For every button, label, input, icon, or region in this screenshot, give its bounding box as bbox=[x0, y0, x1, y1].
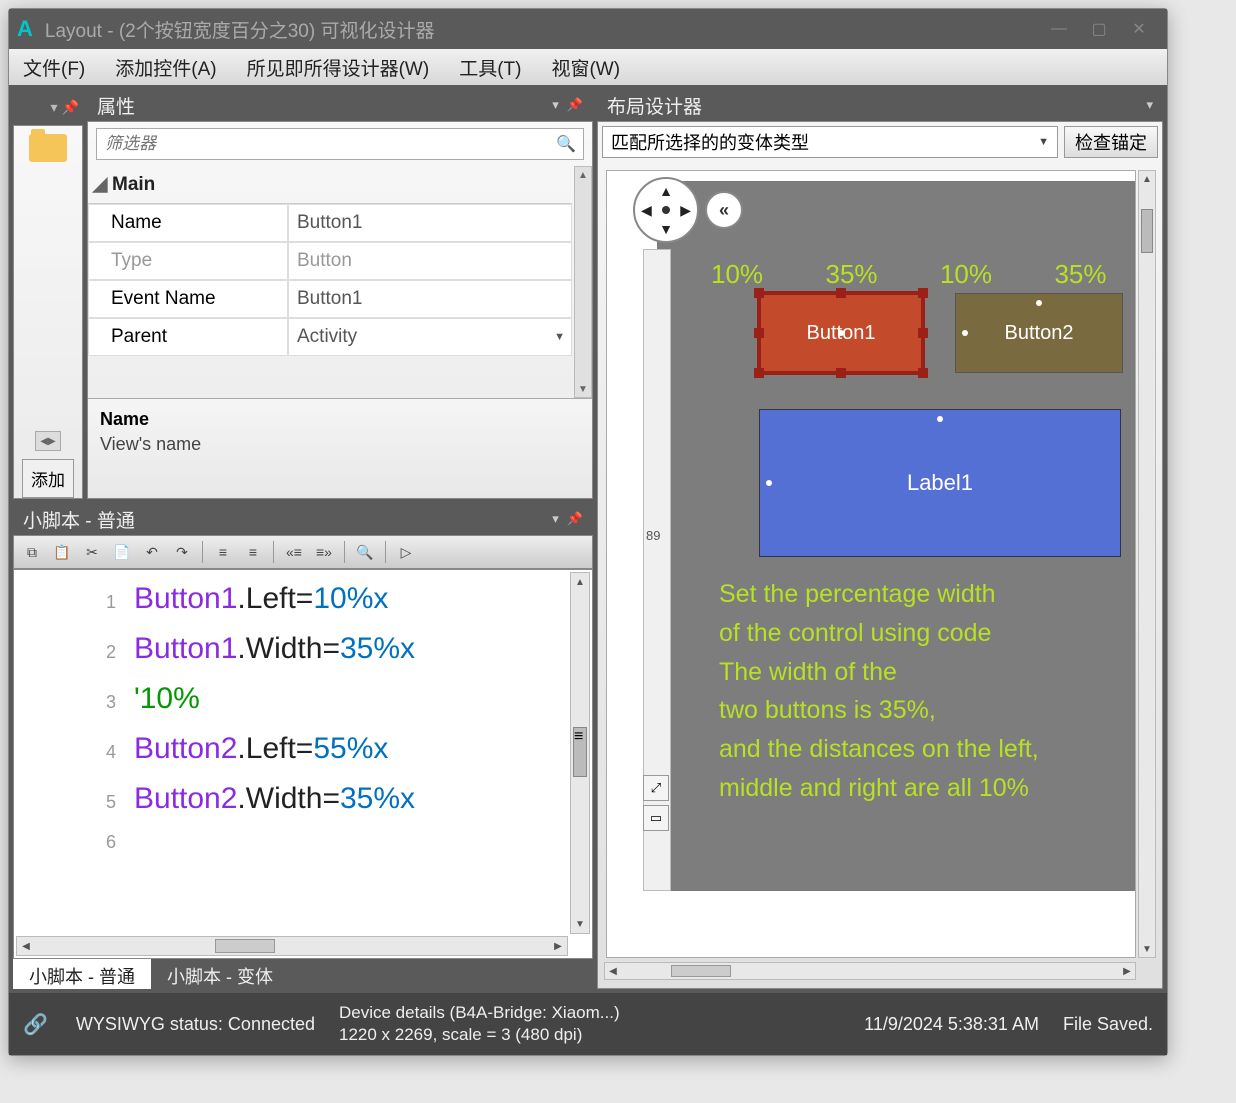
copy-icon[interactable]: ⧉ bbox=[20, 540, 44, 564]
left-column: ▾ 📌 ◀▶ 添加 属性 ▾ � bbox=[13, 89, 593, 989]
check-anchor-button[interactable]: 检查锚定 bbox=[1064, 126, 1158, 158]
chevron-down-icon: ▼ bbox=[1038, 136, 1049, 148]
app-window: A Layout - (2个按钮宽度百分之30) 可视化设计器 — ▢ ✕ 文件… bbox=[8, 8, 1168, 1056]
run-icon[interactable]: ▷ bbox=[394, 540, 418, 564]
pin-icon[interactable]: 📌 bbox=[62, 99, 79, 116]
property-description: Name View's name bbox=[88, 398, 592, 498]
script-header: 小脚本 - 普通 ▾ 📌 bbox=[13, 503, 593, 535]
percent-labels: 10% 35% 10% 35% 10% bbox=[707, 259, 1136, 289]
status-datetime: 11/9/2024 5:38:31 AM bbox=[864, 1014, 1039, 1035]
toolbox-hscroll[interactable]: ◀▶ bbox=[35, 431, 60, 451]
toolbox-body: ◀▶ 添加 bbox=[13, 125, 83, 499]
properties-body: 🔍 ◢ Main Name Button bbox=[87, 121, 593, 499]
designer-panel: 布局设计器 ▾ 匹配所选择的的变体类型 ▼ 检查锚定 bbox=[597, 89, 1163, 989]
designer-title: 布局设计器 bbox=[607, 92, 702, 119]
panel-pin-icon[interactable]: 📌 bbox=[567, 511, 583, 527]
designer-header: 布局设计器 ▾ bbox=[597, 89, 1163, 121]
ruler-buttons: ⤢ ▭ bbox=[643, 775, 671, 831]
script-title: 小脚本 - 普通 bbox=[23, 506, 135, 533]
pan-control[interactable]: ▲▼◀▶ bbox=[633, 177, 699, 243]
paste-icon[interactable]: 📋 bbox=[50, 540, 74, 564]
script-panel: 小脚本 - 普通 ▾ 📌 ⧉ 📋 ✂ 📄 ↶ ↷ ≡ ≡ «≡ bbox=[13, 503, 593, 989]
indent-icon[interactable]: ≡ bbox=[241, 540, 265, 564]
collapse-icon[interactable]: ◢ bbox=[88, 173, 112, 196]
properties-panel: 属性 ▾ 📌 🔍 bbox=[87, 89, 593, 499]
redo-icon[interactable]: ↷ bbox=[170, 540, 194, 564]
toolbox-panel: ▾ 📌 ◀▶ 添加 bbox=[13, 89, 83, 499]
outdent-icon[interactable]: ≡ bbox=[211, 540, 235, 564]
menu-wysiwyg[interactable]: 所见即所得设计器(W) bbox=[241, 50, 436, 85]
menu-tools[interactable]: 工具(T) bbox=[453, 50, 527, 85]
wysiwyg-status: WYSIWYG status: Connected bbox=[76, 1014, 315, 1035]
design-button2[interactable]: Button2 bbox=[955, 293, 1123, 373]
designer-toolbar: 匹配所选择的的变体类型 ▼ 检查锚定 bbox=[598, 122, 1162, 162]
collapse-button[interactable]: « bbox=[705, 191, 743, 229]
cut-icon[interactable]: ✂ bbox=[80, 540, 104, 564]
script-tabs: 小脚本 - 普通 小脚本 - 变体 bbox=[13, 959, 593, 989]
app-icon: A bbox=[17, 16, 33, 42]
search-icon[interactable]: 🔍 bbox=[556, 134, 576, 154]
dropdown-icon[interactable]: ▾ bbox=[51, 99, 58, 116]
code-hscroll[interactable]: ◀▶ bbox=[16, 936, 568, 956]
script-toolbar: ⧉ 📋 ✂ 📄 ↶ ↷ ≡ ≡ «≡ ≡» 🔍 ▷ bbox=[13, 535, 593, 569]
indent2-icon[interactable]: ≡» bbox=[312, 540, 336, 564]
tab-script-variant[interactable]: 小脚本 - 变体 bbox=[151, 959, 289, 989]
properties-grid: ◢ Main Name Button1 Type Button bbox=[88, 166, 592, 398]
phone-frame: 10% 35% 10% 35% 10% Button1 bbox=[625, 171, 1136, 891]
folder-icon[interactable] bbox=[29, 134, 67, 162]
minimize-button[interactable]: — bbox=[1039, 17, 1079, 41]
close-button[interactable]: ✕ bbox=[1119, 17, 1159, 41]
overlay-text: Set the percentage width of the control … bbox=[719, 575, 1136, 808]
code-editor[interactable]: 1Button1.Left=10%x 2Button1.Width=35%x 3… bbox=[13, 569, 593, 959]
find-icon[interactable]: 🔍 bbox=[353, 540, 377, 564]
filter-row: 🔍 bbox=[88, 122, 592, 166]
connection-icon: 🔗 bbox=[23, 1012, 48, 1037]
menu-views[interactable]: 视窗(W) bbox=[545, 50, 626, 85]
designer-vscroll[interactable]: ▲▼ bbox=[1138, 170, 1156, 958]
toolbox-header: ▾ 📌 bbox=[13, 89, 83, 125]
variant-combo[interactable]: 匹配所选择的的变体类型 ▼ bbox=[602, 126, 1058, 158]
left-top-row: ▾ 📌 ◀▶ 添加 属性 ▾ � bbox=[13, 89, 593, 499]
status-file-saved: File Saved. bbox=[1063, 1014, 1153, 1035]
maximize-button[interactable]: ▢ bbox=[1079, 17, 1119, 41]
panel-dropdown-icon[interactable]: ▾ bbox=[552, 511, 559, 527]
window-title: Layout - (2个按钮宽度百分之30) 可视化设计器 bbox=[45, 16, 1039, 43]
props-vscroll[interactable]: ▲ ▼ bbox=[574, 166, 592, 398]
titlebar: A Layout - (2个按钮宽度百分之30) 可视化设计器 — ▢ ✕ bbox=[9, 9, 1167, 49]
design-label1[interactable]: Label1 bbox=[759, 409, 1121, 557]
add-button[interactable]: 添加 bbox=[22, 459, 74, 498]
properties-title: 属性 bbox=[97, 92, 135, 119]
device-details: Device details (B4A-Bridge: Xiaom...) 12… bbox=[339, 1002, 620, 1046]
code-vscroll[interactable]: ▲≡▼ bbox=[570, 572, 590, 934]
panel-dropdown-icon[interactable]: ▾ bbox=[1146, 97, 1153, 113]
ruler-btn-1[interactable]: ⤢ bbox=[643, 775, 669, 801]
panel-pin-icon[interactable]: 📌 bbox=[567, 97, 583, 113]
prop-row-type: Type Button bbox=[88, 242, 572, 280]
ruler-btn-2[interactable]: ▭ bbox=[643, 805, 669, 831]
dedent-icon[interactable]: «≡ bbox=[282, 540, 306, 564]
designer-hscroll[interactable]: ◀▶ bbox=[604, 962, 1136, 980]
menubar: 文件(F) 添加控件(A) 所见即所得设计器(W) 工具(T) 视窗(W) bbox=[9, 49, 1167, 85]
phone-screen: 10% 35% 10% 35% 10% Button1 bbox=[657, 181, 1136, 891]
content-area: ▾ 📌 ◀▶ 添加 属性 ▾ � bbox=[9, 85, 1167, 993]
design-button1[interactable]: Button1 bbox=[757, 291, 925, 375]
designer-canvas-wrap: 10% 35% 10% 35% 10% Button1 bbox=[598, 162, 1162, 988]
panel-dropdown-icon[interactable]: ▾ bbox=[552, 97, 559, 113]
prop-group-main[interactable]: ◢ Main bbox=[88, 166, 572, 204]
clipboard-icon[interactable]: 📄 bbox=[110, 540, 134, 564]
menu-add-control[interactable]: 添加控件(A) bbox=[109, 50, 222, 85]
chevron-down-icon[interactable]: ▼ bbox=[554, 331, 565, 343]
tab-script-normal[interactable]: 小脚本 - 普通 bbox=[13, 959, 151, 989]
prop-row-name[interactable]: Name Button1 bbox=[88, 204, 572, 242]
properties-header: 属性 ▾ 📌 bbox=[87, 89, 593, 121]
prop-row-event-name[interactable]: Event Name Button1 bbox=[88, 280, 572, 318]
filter-input[interactable] bbox=[96, 128, 584, 160]
prop-row-parent[interactable]: Parent Activity▼ bbox=[88, 318, 572, 356]
designer-canvas[interactable]: 10% 35% 10% 35% 10% Button1 bbox=[606, 170, 1136, 958]
undo-icon[interactable]: ↶ bbox=[140, 540, 164, 564]
menu-file[interactable]: 文件(F) bbox=[17, 50, 91, 85]
designer-body: 匹配所选择的的变体类型 ▼ 检查锚定 10% 35% 10% bbox=[597, 121, 1163, 989]
statusbar: 🔗 WYSIWYG status: Connected Device detai… bbox=[9, 993, 1167, 1055]
